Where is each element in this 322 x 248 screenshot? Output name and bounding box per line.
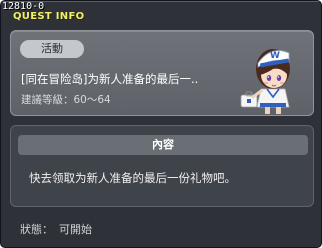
quest-content-panel: 內容 快去领取为新人准备的最后一份礼物吧。 [10, 125, 314, 207]
status-label: 狀態： [20, 223, 53, 236]
quest-info-window: 12810-0 QUEST INFO 活動 [同在冒险岛]为新人准备的最后一..… [0, 0, 322, 248]
status-value: 可開始 [59, 223, 92, 236]
quest-name: [同在冒险岛]为新人准备的最后一.. [21, 72, 199, 86]
quest-description: 快去领取为新人准备的最后一份礼物吧。 [29, 171, 236, 185]
svg-text:W: W [270, 51, 280, 61]
quest-status: 狀態： 可開始 [20, 221, 98, 237]
npc-girl-portrait-icon: W [240, 49, 290, 114]
content-header: 內容 [18, 135, 308, 155]
quest-summary-panel: 活動 [同在冒险岛]为新人准备的最后一.. 建議等級：60〜64 W [10, 30, 314, 116]
window-title: QUEST INFO [13, 11, 85, 22]
quest-recommended-level: 建議等級：60〜64 [21, 94, 111, 106]
quest-type-tag: 活動 [20, 40, 84, 58]
